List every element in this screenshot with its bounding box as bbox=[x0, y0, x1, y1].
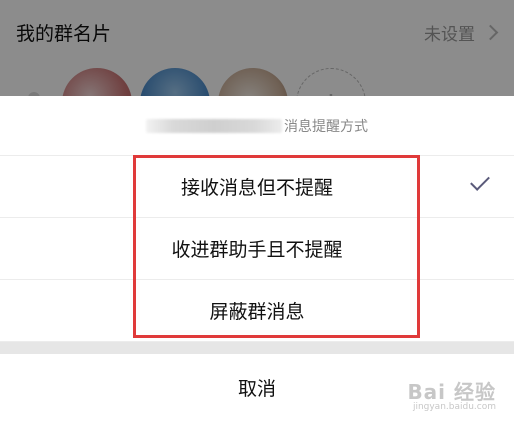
option-label: 收进群助手且不提醒 bbox=[171, 239, 343, 261]
watermark-logo: Bai 经验 bbox=[407, 380, 496, 405]
watermark-url: jingyan.baidu.com bbox=[412, 402, 496, 413]
option-label: 屏蔽群消息 bbox=[209, 301, 305, 323]
sheet-title-text: 消息提醒方式 bbox=[284, 118, 368, 135]
option-label: 接收消息但不提醒 bbox=[180, 177, 333, 199]
action-sheet: 消息提醒方式 接收消息但不提醒 收进群助手且不提醒 屏蔽群消息 取消 bbox=[0, 96, 514, 421]
option-block-messages[interactable]: 屏蔽群消息 bbox=[0, 280, 514, 342]
option-group-assistant[interactable]: 收进群助手且不提醒 bbox=[0, 218, 514, 280]
divider bbox=[0, 342, 514, 354]
sheet-title: 消息提醒方式 bbox=[0, 96, 514, 156]
blurred-group-name bbox=[146, 118, 282, 133]
checkmark-icon bbox=[470, 171, 490, 191]
option-receive-no-alert[interactable]: 接收消息但不提醒 bbox=[0, 156, 514, 218]
watermark: Bai 经验 jingyan.baidu.com bbox=[407, 381, 496, 413]
cancel-label: 取消 bbox=[237, 378, 276, 400]
